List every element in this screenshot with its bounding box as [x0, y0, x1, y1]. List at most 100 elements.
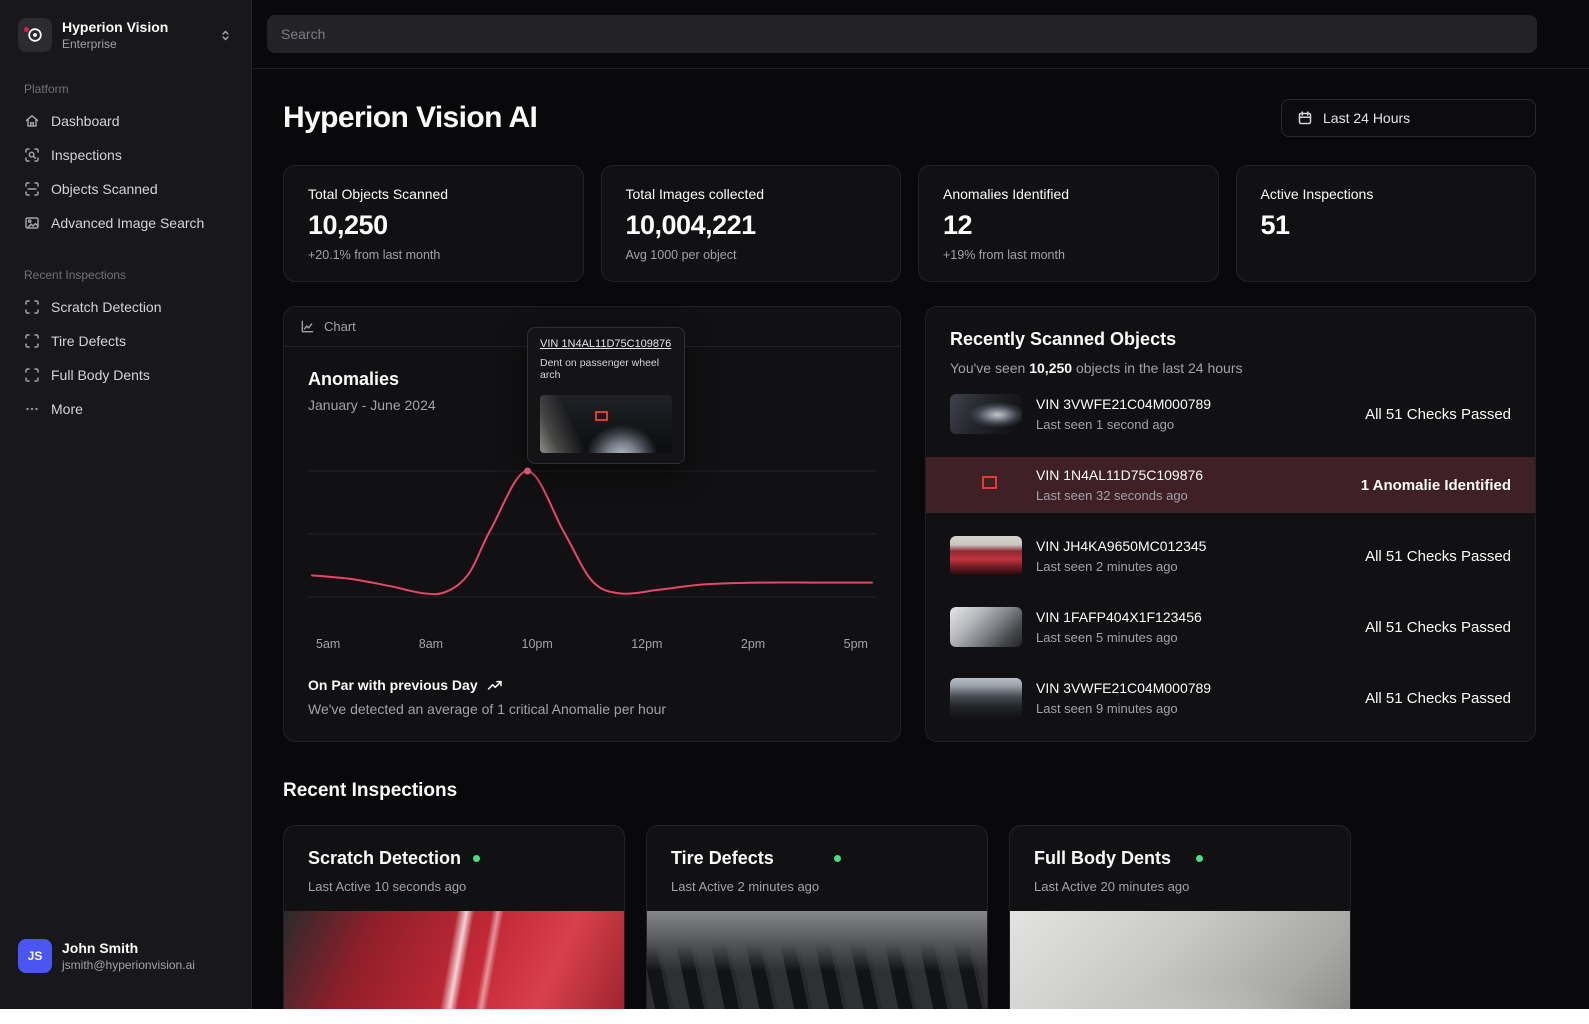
sidebar-item-scratch-detection[interactable]: Scratch Detection — [16, 290, 235, 324]
inspection-card-scratch-detection[interactable]: Scratch Detection Last Active 10 seconds… — [283, 825, 625, 1009]
row-vin: VIN 3VWFE21C04M000789 — [1036, 680, 1212, 696]
row-last-seen: Last seen 1 second ago — [1036, 417, 1175, 432]
sidebar-item-objects-scanned[interactable]: Objects Scanned — [16, 172, 235, 206]
anomalies-chart-card: Chart Anomalies January - June 2024 5am 8… — [283, 306, 901, 742]
sidebar-item-more[interactable]: More — [16, 392, 235, 426]
chart-footer-subtitle: We've detected an average of 1 critical … — [308, 701, 667, 717]
scanned-object-row[interactable]: VIN 3VWFE21C04M000789 Last seen 1 second… — [926, 386, 1535, 442]
user-name: John Smith — [62, 940, 139, 956]
x-tick-label: 5am — [316, 637, 341, 651]
inspection-last-active: Last Active 2 minutes ago — [671, 879, 820, 894]
inspection-last-active: Last Active 10 seconds ago — [308, 879, 467, 894]
workspace-plan: Enterprise — [62, 37, 117, 51]
x-tick-label: 5pm — [843, 637, 868, 651]
avatar: JS — [18, 939, 52, 973]
home-icon — [24, 113, 40, 129]
chart-x-labels: 5am 8am 10pm 12pm 2pm 5pm — [308, 637, 876, 651]
full-body-dents-image — [1010, 911, 1350, 1009]
inspection-last-active: Last Active 20 minutes ago — [1034, 879, 1190, 894]
nav-label: Scratch Detection — [51, 299, 162, 315]
scan-icon — [24, 367, 40, 383]
sidebar: Hyperion Vision Enterprise Platform Dash… — [0, 0, 252, 1009]
x-tick-label: 10pm — [521, 637, 553, 651]
app-root: Hyperion Vision Enterprise Platform Dash… — [0, 0, 1589, 1009]
row-status: 1 Anomalie Identified — [1360, 476, 1511, 494]
nav-label: More — [51, 401, 83, 417]
inspection-card-title: Tire Defects — [671, 848, 774, 868]
recently-scanned-subtitle: You've seen 10,250 objects in the last 2… — [950, 360, 1243, 376]
row-status: All 51 Checks Passed — [1365, 618, 1511, 636]
stat-value: 10,004,221 — [625, 210, 757, 240]
row-last-seen: Last seen 32 seconds ago — [1036, 488, 1188, 503]
stat-value: 10,250 — [308, 210, 388, 240]
peak-data-point — [524, 467, 532, 475]
vehicle-thumbnail-anomaly — [950, 465, 1022, 505]
vehicle-thumbnail — [950, 394, 1022, 434]
sidebar-item-advanced-image-search[interactable]: Advanced Image Search — [16, 206, 235, 240]
inspection-card-title: Full Body Dents — [1034, 848, 1172, 868]
scanned-object-row[interactable]: VIN 3VWFE21C04M000789 Last seen 9 minute… — [926, 670, 1535, 726]
stat-value: 12 — [943, 210, 973, 240]
scan-icon — [24, 299, 40, 315]
inspection-card-full-body-dents[interactable]: Full Body Dents Last Active 20 minutes a… — [1009, 825, 1351, 1009]
row-last-seen: Last seen 2 minutes ago — [1036, 559, 1178, 574]
stat-note: +20.1% from last month — [308, 248, 441, 262]
scanned-object-row[interactable]: VIN JH4KA9650MC012345 Last seen 2 minute… — [926, 528, 1535, 584]
row-status: All 51 Checks Passed — [1365, 405, 1511, 423]
sidebar-item-dashboard[interactable]: Dashboard — [16, 104, 235, 138]
tooltip-vin: VIN 1N4AL11D75C109876 — [540, 338, 672, 350]
vehicle-thumbnail — [950, 678, 1022, 718]
chart-plot-area: 5am 8am 10pm 12pm 2pm 5pm — [308, 443, 876, 651]
row-vin: VIN 1N4AL11D75C109876 — [1036, 467, 1204, 483]
sidebar-item-tire-defects[interactable]: Tire Defects — [16, 324, 235, 358]
tire-defects-image — [647, 911, 987, 1009]
recently-scanned-title: Recently Scanned Objects — [950, 329, 1177, 349]
trending-up-icon — [487, 679, 503, 692]
scanned-object-row-anomaly[interactable]: VIN 1N4AL11D75C109876 Last seen 32 secon… — [926, 457, 1535, 513]
scan-search-icon — [24, 147, 40, 163]
recent-inspections-grid: Scratch Detection Last Active 10 seconds… — [283, 825, 1536, 1009]
x-tick-label: 12pm — [631, 637, 663, 651]
date-range-button[interactable]: Last 24 Hours — [1281, 99, 1536, 137]
vehicle-thumbnail — [950, 607, 1022, 647]
user-menu[interactable]: JS John Smith jsmith@hyperionvision.ai — [16, 935, 235, 977]
tooltip-description: Dent on passenger wheel arch — [540, 357, 660, 381]
scanned-object-row[interactable]: VIN 1FAFP404X1F123456 Last seen 5 minute… — [926, 599, 1535, 655]
anomaly-annotation-box — [595, 411, 609, 422]
image-search-icon — [24, 215, 40, 231]
recently-scanned-card: Recently Scanned Objects You've seen 10,… — [925, 306, 1536, 742]
date-range-label: Last 24 Hours — [1323, 110, 1411, 126]
tooltip-anomaly-image — [540, 395, 672, 453]
workspace-name: Hyperion Vision — [62, 19, 169, 35]
row-vin: VIN 1FAFP404X1F123456 — [1036, 609, 1202, 625]
workspace-logo-icon — [18, 18, 52, 52]
anomalies-chart — [308, 467, 876, 598]
inspection-card-tire-defects[interactable]: Tire Defects Last Active 2 minutes ago — [646, 825, 988, 1009]
workspace-switcher[interactable]: Hyperion Vision Enterprise — [16, 16, 235, 54]
nav-label: Full Body Dents — [51, 367, 150, 383]
page-title: Hyperion Vision AI — [283, 101, 538, 134]
stat-label: Anomalies Identified — [943, 186, 1070, 202]
x-tick-label: 8am — [418, 637, 444, 651]
row-vin: VIN 3VWFE21C04M000789 — [1036, 396, 1212, 412]
stat-card-images-collected: Total Images collected 10,004,221 Avg 10… — [600, 165, 901, 282]
line-chart-icon — [300, 319, 315, 334]
main-area: Hyperion Vision AI Last 24 Hours Total O… — [252, 0, 1589, 1009]
scanned-objects-list: VIN 3VWFE21C04M000789 Last seen 1 second… — [926, 386, 1535, 726]
nav-label: Tire Defects — [51, 333, 126, 349]
active-status-dot — [1196, 855, 1204, 862]
chevrons-up-down-icon — [218, 28, 233, 43]
sidebar-item-inspections[interactable]: Inspections — [16, 138, 235, 172]
row-last-seen: Last seen 9 minutes ago — [1036, 701, 1178, 716]
nav-label: Dashboard — [51, 113, 120, 129]
scanned-count: 10,250 — [1029, 360, 1073, 376]
vehicle-thumbnail — [950, 536, 1022, 576]
sidebar-item-full-body-dents[interactable]: Full Body Dents — [16, 358, 235, 392]
active-status-dot — [833, 855, 841, 862]
active-status-dot — [473, 855, 481, 862]
stat-label: Active Inspections — [1260, 186, 1374, 202]
calendar-icon — [1297, 110, 1313, 126]
stat-card-active-inspections: Active Inspections 51 — [1235, 165, 1536, 282]
row-vin: VIN JH4KA9650MC012345 — [1036, 538, 1207, 554]
search-input[interactable] — [267, 15, 1537, 53]
